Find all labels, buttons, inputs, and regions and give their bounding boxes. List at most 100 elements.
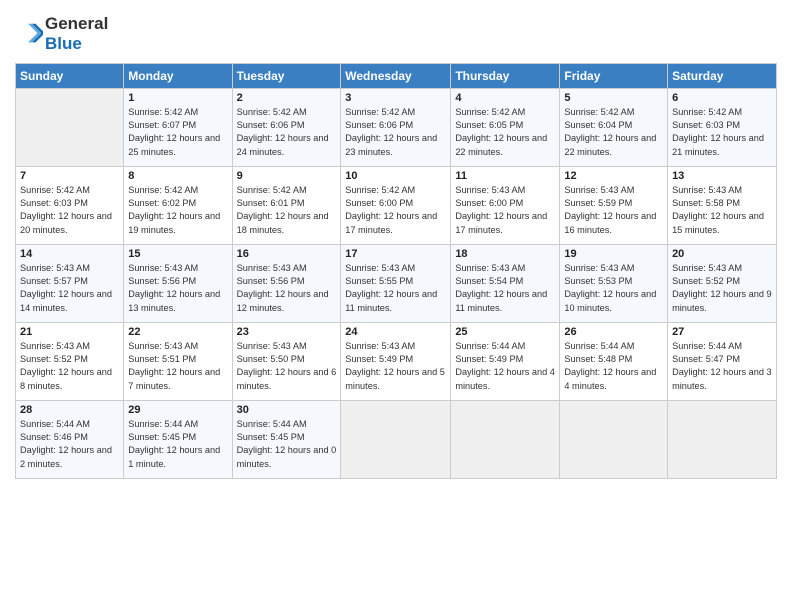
day-info: Sunrise: 5:43 AMSunset: 5:56 PMDaylight:…: [237, 262, 337, 315]
day-info: Sunrise: 5:43 AMSunset: 5:56 PMDaylight:…: [128, 262, 227, 315]
day-info: Sunrise: 5:42 AMSunset: 6:04 PMDaylight:…: [564, 106, 663, 159]
day-number: 22: [128, 326, 227, 338]
calendar-cell: 22 Sunrise: 5:43 AMSunset: 5:51 PMDayligh…: [124, 322, 232, 400]
day-number: 13: [672, 170, 772, 182]
day-number: 17: [345, 248, 446, 260]
day-info: Sunrise: 5:43 AMSunset: 5:55 PMDaylight:…: [345, 262, 446, 315]
day-info: Sunrise: 5:42 AMSunset: 6:06 PMDaylight:…: [237, 106, 337, 159]
calendar-cell: 19 Sunrise: 5:43 AMSunset: 5:53 PMDayligh…: [560, 244, 668, 322]
calendar-cell: 10Sunrise: 5:42 AMSunset: 6:00 PMDayligh…: [341, 166, 451, 244]
calendar-week-5: 28 Sunrise: 5:44 AMSunset: 5:46 PMDayligh…: [16, 400, 777, 478]
day-number: 29: [128, 404, 227, 416]
day-info: Sunrise: 5:42 AMSunset: 6:00 PMDaylight:…: [345, 184, 446, 237]
calendar-cell: 21 Sunrise: 5:43 AMSunset: 5:52 PMDayligh…: [16, 322, 124, 400]
calendar-week-4: 21 Sunrise: 5:43 AMSunset: 5:52 PMDayligh…: [16, 322, 777, 400]
calendar-cell: 17 Sunrise: 5:43 AMSunset: 5:55 PMDayligh…: [341, 244, 451, 322]
calendar-cell: 1Sunrise: 5:42 AMSunset: 6:07 PMDaylight…: [124, 88, 232, 166]
calendar-table: SundayMondayTuesdayWednesdayThursdayFrid…: [15, 63, 777, 479]
day-info: Sunrise: 5:43 AMSunset: 5:59 PMDaylight:…: [564, 184, 663, 237]
calendar-cell: 7 Sunrise: 5:42 AMSunset: 6:03 PMDaylight…: [16, 166, 124, 244]
calendar-cell: [668, 400, 777, 478]
day-number: 26: [564, 326, 663, 338]
day-info: Sunrise: 5:43 AMSunset: 5:54 PMDaylight:…: [455, 262, 555, 315]
day-number: 4: [455, 92, 555, 104]
weekday-header-saturday: Saturday: [668, 63, 777, 88]
calendar-cell: 15 Sunrise: 5:43 AMSunset: 5:56 PMDayligh…: [124, 244, 232, 322]
calendar-cell: [560, 400, 668, 478]
day-info: Sunrise: 5:42 AMSunset: 6:06 PMDaylight:…: [345, 106, 446, 159]
calendar-cell: 9Sunrise: 5:42 AMSunset: 6:01 PMDaylight…: [232, 166, 341, 244]
weekday-header-wednesday: Wednesday: [341, 63, 451, 88]
day-info: Sunrise: 5:43 AMSunset: 5:51 PMDaylight:…: [128, 340, 227, 393]
day-info: Sunrise: 5:43 AMSunset: 5:53 PMDaylight:…: [564, 262, 663, 315]
calendar-cell: 18 Sunrise: 5:43 AMSunset: 5:54 PMDayligh…: [451, 244, 560, 322]
calendar-cell: 28 Sunrise: 5:44 AMSunset: 5:46 PMDayligh…: [16, 400, 124, 478]
calendar-cell: 24Sunrise: 5:43 AMSunset: 5:49 PMDayligh…: [341, 322, 451, 400]
calendar-cell: 8 Sunrise: 5:42 AMSunset: 6:02 PMDaylight…: [124, 166, 232, 244]
day-info: Sunrise: 5:44 AMSunset: 5:45 PMDaylight:…: [237, 418, 337, 471]
day-info: Sunrise: 5:42 AMSunset: 6:02 PMDaylight:…: [128, 184, 227, 237]
calendar-cell: 16Sunrise: 5:43 AMSunset: 5:56 PMDayligh…: [232, 244, 341, 322]
day-number: 21: [20, 326, 119, 338]
weekday-header-sunday: Sunday: [16, 63, 124, 88]
day-number: 14: [20, 248, 119, 260]
calendar-cell: 23Sunrise: 5:43 AMSunset: 5:50 PMDayligh…: [232, 322, 341, 400]
day-info: Sunrise: 5:43 AMSunset: 5:52 PMDaylight:…: [672, 262, 772, 315]
calendar-cell: 4 Sunrise: 5:42 AMSunset: 6:05 PMDaylight…: [451, 88, 560, 166]
calendar-cell: 13 Sunrise: 5:43 AMSunset: 5:58 PMDayligh…: [668, 166, 777, 244]
day-info: Sunrise: 5:42 AMSunset: 6:01 PMDaylight:…: [237, 184, 337, 237]
day-info: Sunrise: 5:44 AMSunset: 5:46 PMDaylight:…: [20, 418, 119, 471]
calendar-cell: 6 Sunrise: 5:42 AMSunset: 6:03 PMDaylight…: [668, 88, 777, 166]
calendar-cell: 27 Sunrise: 5:44 AMSunset: 5:47 PMDayligh…: [668, 322, 777, 400]
weekday-header-thursday: Thursday: [451, 63, 560, 88]
calendar-cell: 25 Sunrise: 5:44 AMSunset: 5:49 PMDayligh…: [451, 322, 560, 400]
day-number: 28: [20, 404, 119, 416]
day-info: Sunrise: 5:43 AMSunset: 5:50 PMDaylight:…: [237, 340, 337, 393]
calendar-cell: [341, 400, 451, 478]
calendar-cell: [451, 400, 560, 478]
day-number: 27: [672, 326, 772, 338]
day-info: Sunrise: 5:43 AMSunset: 5:52 PMDaylight:…: [20, 340, 119, 393]
calendar-cell: [16, 88, 124, 166]
calendar-cell: 20 Sunrise: 5:43 AMSunset: 5:52 PMDayligh…: [668, 244, 777, 322]
day-number: 3: [345, 92, 446, 104]
day-number: 25: [455, 326, 555, 338]
day-number: 15: [128, 248, 227, 260]
day-info: Sunrise: 5:42 AMSunset: 6:03 PMDaylight:…: [672, 106, 772, 159]
weekday-header-friday: Friday: [560, 63, 668, 88]
day-number: 12: [564, 170, 663, 182]
day-info: Sunrise: 5:43 AMSunset: 5:58 PMDaylight:…: [672, 184, 772, 237]
day-info: Sunrise: 5:44 AMSunset: 5:49 PMDaylight:…: [455, 340, 555, 393]
day-info: Sunrise: 5:42 AMSunset: 6:07 PMDaylight:…: [128, 106, 227, 159]
day-number: 6: [672, 92, 772, 104]
calendar-cell: 14Sunrise: 5:43 AMSunset: 5:57 PMDayligh…: [16, 244, 124, 322]
day-info: Sunrise: 5:44 AMSunset: 5:47 PMDaylight:…: [672, 340, 772, 393]
weekday-header-tuesday: Tuesday: [232, 63, 341, 88]
calendar-cell: 12 Sunrise: 5:43 AMSunset: 5:59 PMDayligh…: [560, 166, 668, 244]
day-info: Sunrise: 5:44 AMSunset: 5:48 PMDaylight:…: [564, 340, 663, 393]
day-number: 19: [564, 248, 663, 260]
page-header: General Blue: [15, 10, 777, 55]
calendar-cell: 11Sunrise: 5:43 AMSunset: 6:00 PMDayligh…: [451, 166, 560, 244]
day-info: Sunrise: 5:42 AMSunset: 6:03 PMDaylight:…: [20, 184, 119, 237]
day-number: 20: [672, 248, 772, 260]
day-info: Sunrise: 5:42 AMSunset: 6:05 PMDaylight:…: [455, 106, 555, 159]
calendar-cell: 29 Sunrise: 5:44 AMSunset: 5:45 PMDayligh…: [124, 400, 232, 478]
day-number: 18: [455, 248, 555, 260]
weekday-header-row: SundayMondayTuesdayWednesdayThursdayFrid…: [16, 63, 777, 88]
day-info: Sunrise: 5:43 AMSunset: 6:00 PMDaylight:…: [455, 184, 555, 237]
calendar-cell: 30Sunrise: 5:44 AMSunset: 5:45 PMDayligh…: [232, 400, 341, 478]
day-number: 5: [564, 92, 663, 104]
day-info: Sunrise: 5:44 AMSunset: 5:45 PMDaylight:…: [128, 418, 227, 471]
calendar-cell: 26 Sunrise: 5:44 AMSunset: 5:48 PMDayligh…: [560, 322, 668, 400]
calendar-week-2: 7 Sunrise: 5:42 AMSunset: 6:03 PMDaylight…: [16, 166, 777, 244]
weekday-header-monday: Monday: [124, 63, 232, 88]
calendar-cell: 3 Sunrise: 5:42 AMSunset: 6:06 PMDaylight…: [341, 88, 451, 166]
calendar-cell: 2Sunrise: 5:42 AMSunset: 6:06 PMDaylight…: [232, 88, 341, 166]
logo-text: General Blue: [45, 14, 108, 55]
day-number: 7: [20, 170, 119, 182]
logo: General Blue: [15, 14, 108, 55]
calendar-cell: 5 Sunrise: 5:42 AMSunset: 6:04 PMDaylight…: [560, 88, 668, 166]
logo-icon: [15, 20, 43, 48]
day-number: 8: [128, 170, 227, 182]
